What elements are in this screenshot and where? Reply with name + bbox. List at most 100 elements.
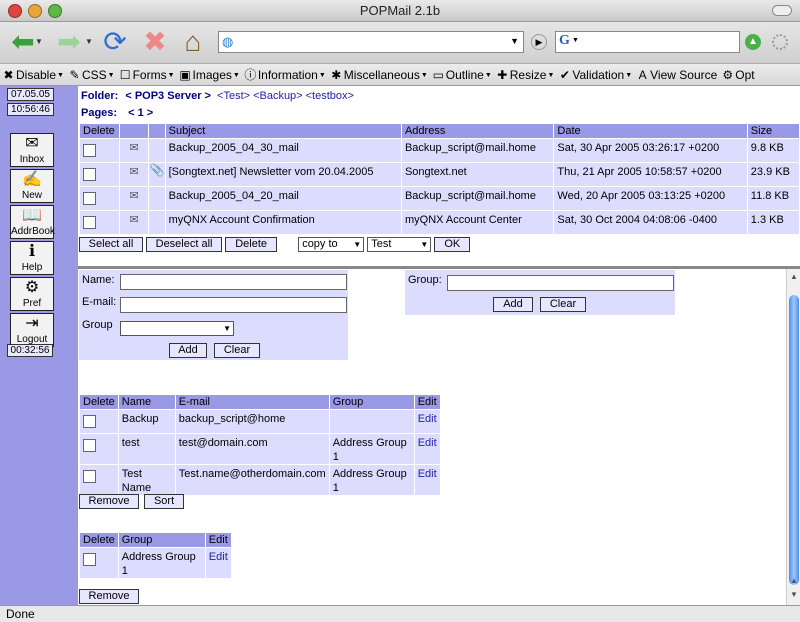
groups-table: Delete Group Edit Address Group 1 Edit (79, 532, 232, 579)
window-title: POPMail 2.1b (359, 3, 441, 18)
message-delete-cell (80, 139, 119, 162)
contact-column-header: Group (329, 395, 414, 409)
devbar-item[interactable]: ✔ Validation▼ (556, 64, 634, 85)
contact-edit-link[interactable]: Edit (414, 434, 440, 464)
devbar-item[interactable]: ✖ Disable▼ (0, 64, 66, 85)
delete-button[interactable]: Delete (225, 237, 278, 252)
scrollbar[interactable]: ▲ ▲ ▼ (786, 269, 800, 605)
select-all-button[interactable]: Select all (79, 237, 143, 252)
contacts-remove-button[interactable]: Remove (79, 494, 139, 509)
devbar-item[interactable]: ▣ Images▼ (177, 64, 242, 85)
address-bar[interactable]: ◍ ▼ (218, 31, 524, 53)
chevron-down-icon: ▼ (353, 240, 362, 249)
contact-edit-link[interactable]: Edit (414, 410, 440, 433)
message-row[interactable]: ✉ 📎 [Songtext.net] Newsletter vom 20.04.20… (80, 163, 799, 186)
devbar-item[interactable]: A View Source (634, 64, 719, 85)
group-delete-cell (80, 548, 118, 578)
devbar-item[interactable]: ✚ Resize▼ (494, 64, 557, 85)
groups-remove-button[interactable]: Remove (79, 589, 139, 604)
message-size: 11.8 KB (747, 187, 799, 210)
devbar-item[interactable]: ⓘ Information▼ (242, 64, 328, 85)
deselect-all-button[interactable]: Deselect all (146, 237, 223, 252)
sidebar-pref-button[interactable]: ⚙ Pref (10, 277, 54, 311)
message-subject[interactable]: myQNX Account Confirmation (165, 211, 401, 234)
contact-name: Backup (118, 410, 175, 433)
devbar-item-label: View Source (650, 68, 718, 82)
group-name-input[interactable] (447, 275, 674, 291)
forward-menu-icon[interactable]: ▼ (84, 25, 94, 59)
contact-row: Test Name Test.name@otherdomain.com Addres… (80, 465, 440, 495)
group-clear-button[interactable]: Clear (540, 297, 586, 312)
message-row[interactable]: ✉ myQNX Account Confirmation myQNX Account… (80, 211, 799, 234)
back-menu-icon[interactable]: ▼ (34, 25, 44, 59)
devbar-item-label: Resize (509, 68, 547, 82)
help-icon: ℹ (28, 243, 36, 260)
forward-button[interactable]: ➡ (52, 25, 86, 59)
reload-button[interactable]: ⟳ (98, 25, 132, 59)
devbar-item[interactable]: ⚙ Opt (719, 64, 756, 85)
scroll-down-icon[interactable]: ▼ (787, 589, 800, 601)
message-delete-checkbox[interactable] (83, 192, 96, 205)
contact-delete-checkbox[interactable] (83, 415, 96, 428)
group-add-button[interactable]: Add (493, 297, 533, 312)
message-row[interactable]: ✉ Backup_2005_04_20_mail Backup_script@mai… (80, 187, 799, 210)
contact-delete-checkbox[interactable] (83, 439, 96, 452)
zoom-window-icon[interactable] (48, 4, 62, 18)
folder-path-link[interactable]: <testbox> (306, 90, 354, 102)
pages-link[interactable]: < 1 > (128, 107, 153, 119)
toolbar-toggle-icon[interactable] (772, 5, 792, 16)
sidebar-help-button[interactable]: ℹ Help (10, 241, 54, 275)
search-engine-dropdown-icon[interactable]: ▼ (572, 37, 579, 44)
target-folder-select[interactable]: Test ▼ (367, 237, 432, 252)
folder-root-link[interactable]: < POP3 Server > (125, 90, 211, 102)
devbar-item[interactable]: ▭ Outline▼ (430, 64, 494, 85)
contact-clear-button[interactable]: Clear (214, 343, 260, 358)
devbar-item[interactable]: ✱ Miscellaneous▼ (328, 64, 430, 85)
contact-edit-link[interactable]: Edit (414, 465, 440, 495)
close-window-icon[interactable] (8, 4, 22, 18)
folder-path-link[interactable]: <Backup> (253, 90, 303, 102)
message-column-header: Size (747, 124, 799, 138)
devbar-item[interactable]: ✎ CSS▼ (66, 64, 117, 85)
devbar-item[interactable]: ☐ Forms▼ (117, 64, 177, 85)
ok-button[interactable]: OK (434, 237, 471, 252)
message-subject[interactable]: Backup_2005_04_20_mail (165, 187, 401, 210)
search-box[interactable]: G ▼ (555, 31, 740, 53)
message-column-header (149, 124, 165, 138)
go-icon[interactable]: ▶ (531, 34, 547, 50)
group-delete-checkbox[interactable] (83, 553, 96, 566)
group-edit-link[interactable]: Edit (205, 548, 231, 578)
message-address: Backup_script@mail.home (401, 139, 554, 162)
sidebar-inbox-button[interactable]: ✉ Inbox (10, 133, 54, 167)
sidebar-logout-button[interactable]: ⇥ Logout (10, 313, 54, 347)
message-row[interactable]: ✉ Backup_2005_04_30_mail Backup_script@mai… (80, 139, 799, 162)
scroll-up-small-icon[interactable]: ▲ (787, 575, 800, 587)
message-delete-checkbox[interactable] (83, 216, 96, 229)
scroll-up-icon[interactable]: ▲ (787, 271, 800, 283)
contacts-sort-button[interactable]: Sort (144, 494, 185, 509)
name-input[interactable] (120, 274, 347, 290)
folder-path-link[interactable]: <Test> (217, 90, 250, 102)
devbar-item-label: Opt (735, 68, 755, 82)
message-delete-checkbox[interactable] (83, 144, 96, 157)
contact-add-button[interactable]: Add (169, 343, 207, 358)
message-delete-cell (80, 187, 119, 210)
minimize-window-icon[interactable] (28, 4, 42, 18)
search-go-icon[interactable]: ▲ (745, 34, 761, 50)
contact-delete-checkbox[interactable] (83, 470, 96, 483)
sidebar-button-label: New (21, 190, 42, 201)
email-input[interactable] (120, 297, 347, 313)
sidebar-new-button[interactable]: ✍ New (10, 169, 54, 203)
message-status-cell: ✉ (119, 187, 149, 210)
copy-to-select[interactable]: copy to ▼ (298, 237, 365, 252)
sidebar-addrbook-button[interactable]: 📖 AddrBook (10, 205, 55, 239)
message-subject[interactable]: [Songtext.net] Newsletter vom 20.04.2005 (165, 163, 401, 186)
scroll-thumb[interactable] (789, 295, 799, 585)
stop-button[interactable]: ✖ (138, 25, 172, 59)
url-dropdown-icon[interactable]: ▼ (510, 36, 519, 46)
message-subject[interactable]: Backup_2005_04_30_mail (165, 139, 401, 162)
home-button[interactable]: ⌂ (176, 25, 210, 59)
message-delete-checkbox[interactable] (83, 168, 96, 181)
message-column-header: Date (554, 124, 747, 138)
group-select[interactable]: ▼ (120, 321, 234, 336)
